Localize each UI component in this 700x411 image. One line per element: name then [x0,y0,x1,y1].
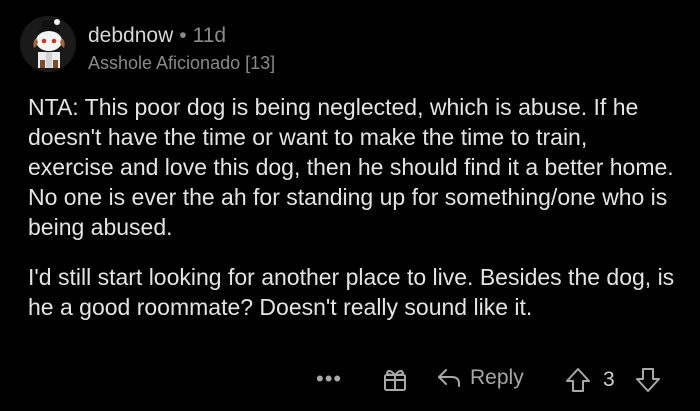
upvote-arrow-icon[interactable] [564,366,592,399]
comment-body: NTA: This poor dog is being neglected, w… [28,92,678,342]
award-gift-icon[interactable] [382,366,408,397]
vote-score: 3 [603,368,615,391]
comment-paragraph-1: NTA: This poor dog is being neglected, w… [28,94,674,240]
avatar[interactable] [20,16,76,72]
header-separator: • [179,24,187,47]
comment-age: 11d [192,24,227,47]
comment-header: debdnow • 11d [88,24,226,48]
comment: debdnow • 11d Asshole Aficionado [13] NTA:… [0,0,700,411]
reply-arrow-icon [438,369,460,387]
user-flair: Asshole Aficionado [13] [88,53,276,73]
comment-paragraph-2: I'd still start looking for another plac… [28,264,675,320]
reply-label: Reply [470,366,524,389]
downvote-arrow-icon[interactable] [634,366,662,399]
snoo-avatar-icon [33,19,65,68]
reply-button[interactable]: Reply [436,366,524,390]
username-link[interactable]: debdnow [88,24,173,47]
comment-actions: ••• Reply 3 [0,362,700,398]
more-options-icon[interactable]: ••• [316,366,342,392]
